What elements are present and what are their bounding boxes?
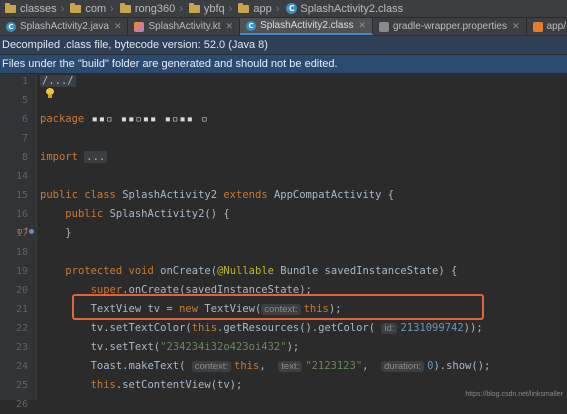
folder-icon xyxy=(188,2,200,13)
code-line-16: public SplashActivity2() { xyxy=(65,208,230,220)
code-line-6: package ▪▪▫ ▪▪▫▪▪ ▪▫▪▪ ▫ xyxy=(40,113,209,125)
code-editor[interactable]: 1 5 6 7 8 14 15 16 17 18 19 20 21 22 23 … xyxy=(0,72,567,410)
line-number: 1 xyxy=(21,76,28,87)
tab-splashactivity2-class[interactable]: C SplashActivity2.class ✕ xyxy=(240,18,374,35)
breadcrumb-item-ybfq[interactable]: ybfq xyxy=(184,2,228,15)
tab-gradle-wrapper-properties[interactable]: gradle-wrapper.properties ✕ xyxy=(373,18,527,35)
line-number: 5 xyxy=(21,95,28,106)
breadcrumb-item-app[interactable]: app xyxy=(233,2,274,15)
code-line-24: Toast.makeText( context: this, text: "2123… xyxy=(90,360,491,372)
obscured-package-name: ▪▪▫ ▪▪▫▪▪ ▪▫▪▪ ▫ xyxy=(84,113,209,125)
line-number: 19 xyxy=(15,266,28,277)
properties-file-icon xyxy=(379,21,390,32)
folder-icon xyxy=(119,2,131,13)
line-number: 26 xyxy=(15,399,28,410)
line-number: 20 xyxy=(15,285,28,296)
breadcrumb-item-classes[interactable]: classes xyxy=(0,2,60,15)
code-line-19: protected void onCreate(@Nullable Bundle… xyxy=(65,265,458,277)
folded-imports[interactable]: ... xyxy=(84,151,108,163)
line-number: 21 xyxy=(15,304,28,315)
folder-icon xyxy=(5,2,16,13)
class-c-icon: C xyxy=(286,3,298,14)
line-number: 8 xyxy=(21,152,28,163)
decompiled-banner: Decompiled .class file, bytecode version… xyxy=(0,36,567,54)
line-number-gutter: 1 5 6 7 8 14 15 16 17 18 19 20 21 22 23 … xyxy=(0,74,37,410)
code-line-22: tv.setTextColor(this.getResources().getC… xyxy=(90,322,483,334)
code-line-25: this.setContentView(tv); xyxy=(90,379,243,391)
watermark: https://blog.csdn.net/linksmaller xyxy=(465,391,563,398)
line-number: 22 xyxy=(15,323,28,334)
folder-icon xyxy=(70,2,82,13)
param-hint: id: xyxy=(381,323,398,334)
tab-android-manifest[interactable]: app/.../AndroidM xyxy=(527,18,567,35)
line-number: 15 xyxy=(15,190,28,201)
class-c-icon: C xyxy=(246,20,257,31)
line-number: 7 xyxy=(21,133,28,144)
param-hint: duration: xyxy=(381,361,425,372)
param-hint: text: xyxy=(278,361,303,372)
line-number: 14 xyxy=(15,171,28,182)
close-icon[interactable]: ✕ xyxy=(512,21,520,32)
override-marker-icon[interactable]: o↑ xyxy=(17,227,30,237)
code-line-8: import ... xyxy=(40,151,108,163)
generated-files-banner: Files under the "build" folder are gener… xyxy=(0,55,567,73)
breakpoint-marker-icon[interactable] xyxy=(29,229,34,234)
code-line-23: tv.setText("234234i32o423oi432"); xyxy=(90,341,300,353)
tab-splashactivity2-java[interactable]: C SplashActivity2.java ✕ xyxy=(0,18,129,35)
xml-file-icon xyxy=(532,21,543,32)
code-line-17: } xyxy=(65,227,72,239)
breadcrumb-item-com[interactable]: com xyxy=(65,2,109,15)
class-c-icon: C xyxy=(6,21,16,32)
line-number: 24 xyxy=(15,361,28,372)
close-icon[interactable]: ✕ xyxy=(358,20,366,31)
highlight-box xyxy=(72,294,484,320)
breadcrumb: classes › com › rong360 › ybfq › app › C Splas… xyxy=(0,0,567,18)
close-icon[interactable]: ✕ xyxy=(226,21,234,32)
line-number: 25 xyxy=(15,380,28,391)
code-line-1: /.../ xyxy=(40,72,76,91)
folded-header-comment[interactable]: /.../ xyxy=(40,75,76,87)
code-line-15: public class SplashActivity2 extends App… xyxy=(40,189,395,201)
tab-splashactivity-kt[interactable]: SplashActivity.kt ✕ xyxy=(128,18,241,35)
breadcrumb-item-file[interactable]: C SplashActivity2.class xyxy=(280,3,406,15)
line-number: 6 xyxy=(21,114,28,125)
line-number: 16 xyxy=(15,209,28,220)
line-number: 23 xyxy=(15,342,28,353)
kotlin-file-icon xyxy=(134,21,145,32)
line-number: 18 xyxy=(15,247,28,258)
folder-icon xyxy=(238,2,250,13)
breadcrumb-item-rong360[interactable]: rong360 xyxy=(115,2,178,15)
close-icon[interactable]: ✕ xyxy=(114,21,122,32)
param-hint: context: xyxy=(191,361,232,372)
editor-tab-bar: C SplashActivity2.java ✕ SplashActivity.kt… xyxy=(0,18,567,36)
